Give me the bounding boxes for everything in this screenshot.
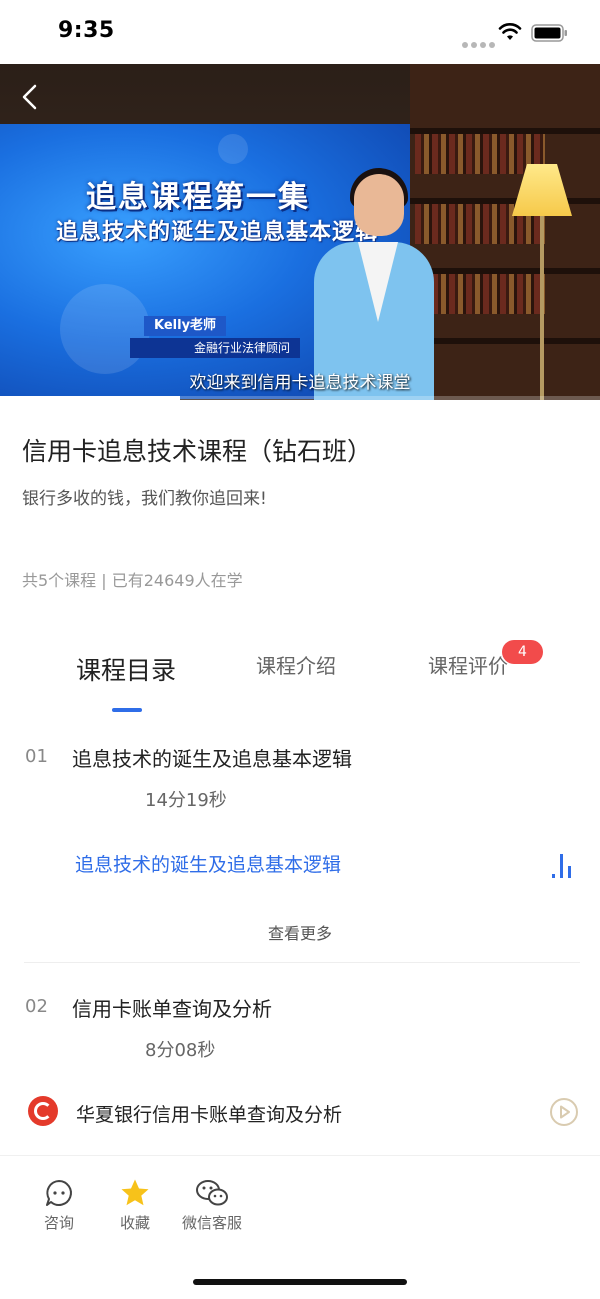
status-bar: 9:35 <box>0 0 600 64</box>
consult-button[interactable]: 咨询 <box>19 1178 99 1233</box>
lesson-duration: 14分19秒 <box>145 790 227 811</box>
consult-label: 咨询 <box>43 1214 74 1232</box>
wechat-service-button[interactable]: 微信客服 <box>172 1178 252 1233</box>
lesson-duration: 8分08秒 <box>145 1040 216 1061</box>
wechat-service-label: 微信客服 <box>181 1214 242 1232</box>
lesson-number: 01 <box>25 746 48 767</box>
teacher-name: Kelly老师 <box>144 316 227 336</box>
bottom-bar-divider <box>0 1155 600 1156</box>
lesson-item[interactable]: 华夏银行信用卡账单查询及分析 <box>76 1100 342 1127</box>
books-row <box>415 134 545 174</box>
wifi-icon <box>498 23 522 40</box>
teacher-role: 金融行业法律顾问 <box>130 338 300 358</box>
presenter-image <box>306 168 436 400</box>
course-slogan: 银行多收的钱，我们教你追回来! <box>22 489 267 509</box>
wechat-icon <box>196 1180 228 1206</box>
divider <box>24 962 580 963</box>
tab-catalog[interactable]: 课程目录 <box>76 651 176 687</box>
favorite-label: 收藏 <box>119 1214 150 1232</box>
lesson-number: 02 <box>25 996 48 1017</box>
lesson-title[interactable]: 追息技术的诞生及追息基本逻辑 <box>72 743 352 772</box>
course-stats: 共5个课程 | 已有24649人在学 <box>22 571 243 590</box>
lesson-item-playing[interactable]: 追息技术的诞生及追息基本逻辑 <box>75 850 341 877</box>
video-title-line1: 追息课程第一集 <box>86 180 310 215</box>
video-progress-fill <box>0 396 180 400</box>
active-tab-indicator <box>112 708 142 712</box>
play-circle-icon[interactable] <box>549 1097 579 1127</box>
video-subtitle: 欢迎来到信用卡追息技术课堂 <box>189 373 411 393</box>
playing-bars-icon <box>552 854 571 878</box>
home-indicator <box>193 1279 407 1285</box>
star-icon <box>121 1179 149 1206</box>
favorite-button[interactable]: 收藏 <box>95 1178 175 1233</box>
hua-xia-bank-logo-icon <box>28 1096 58 1126</box>
battery-icon <box>531 24 567 42</box>
tab-reviews[interactable]: 课程评价 <box>428 650 508 679</box>
status-time: 9:35 <box>58 18 115 43</box>
back-arrow-icon[interactable] <box>18 84 42 110</box>
video-progress-bar[interactable] <box>0 396 600 400</box>
chat-bubble-icon <box>46 1180 72 1206</box>
see-more-link[interactable]: 查看更多 <box>0 920 600 944</box>
signal-dots-icon <box>462 33 498 52</box>
video-player[interactable]: 追息课程第一集 追息技术的诞生及追息基本逻辑 Kelly老师 金融行业法律顾问 … <box>0 64 600 400</box>
teacher-name-tag: Kelly老师 金融行业法律顾问 <box>130 316 310 358</box>
course-title: 信用卡追息技术课程（钻石班） <box>22 437 373 466</box>
reviews-count-badge: 4 <box>502 640 543 664</box>
tab-intro[interactable]: 课程介绍 <box>256 650 336 679</box>
lesson-title[interactable]: 信用卡账单查询及分析 <box>72 993 272 1022</box>
